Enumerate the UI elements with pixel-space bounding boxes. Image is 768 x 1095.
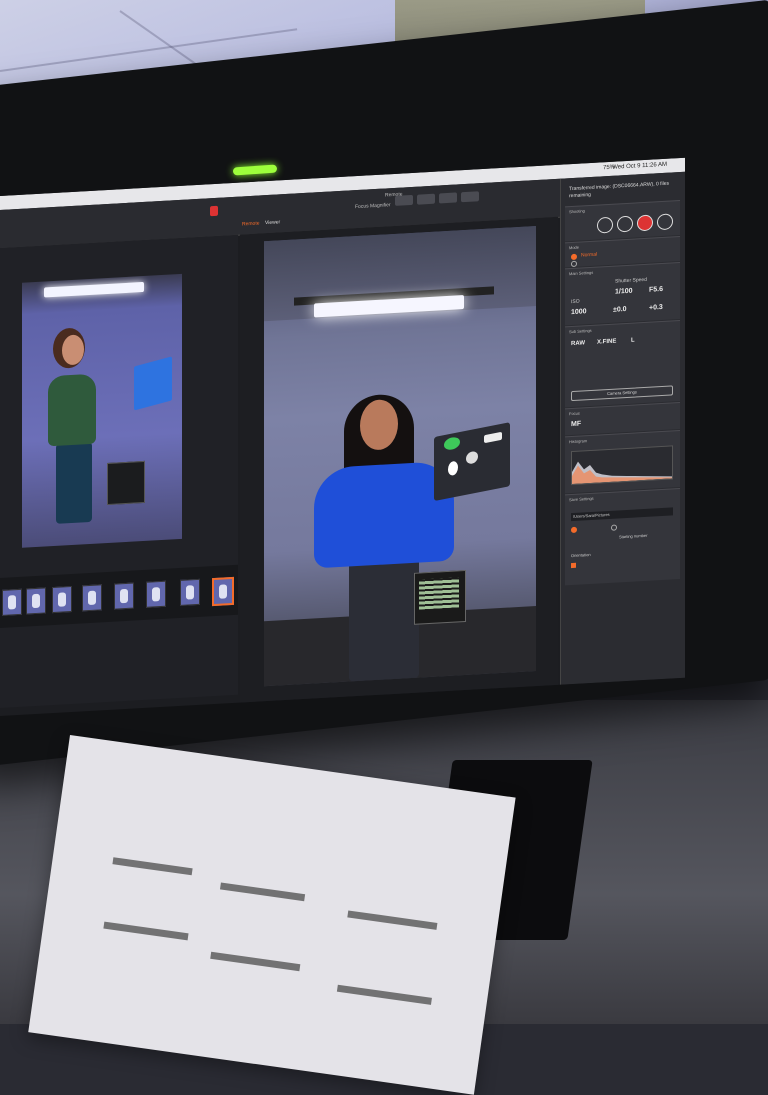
section-title: Histogram	[569, 438, 588, 445]
subject-head	[62, 334, 84, 366]
redacted-text	[112, 857, 193, 876]
redacted-text	[219, 882, 306, 902]
section-title: Main Settings	[569, 269, 594, 277]
previous-image-viewer	[0, 234, 238, 709]
save-path-field[interactable]: /Users/Sara/Pictures	[571, 507, 673, 522]
section-title: Sub Settings	[569, 327, 592, 335]
section-title: Save Settings	[569, 495, 594, 503]
main-settings-section: Main Settings Shutter Speed 1/100 F5.6 I…	[565, 261, 680, 326]
led-panel	[414, 569, 466, 625]
sticker-icon	[444, 435, 460, 452]
laptop-with-stickers	[434, 422, 510, 502]
redacted-text	[210, 951, 301, 972]
size-value[interactable]: L	[631, 338, 635, 344]
starting-number-label: Starting number	[619, 532, 648, 540]
section-title: Mode	[569, 244, 580, 251]
sticker-icon	[466, 450, 478, 465]
mode-normal-radio[interactable]	[571, 253, 577, 261]
manual-radio[interactable]	[611, 524, 617, 531]
save-settings-section: Save Settings /Users/Sara/Pictures Start…	[565, 487, 680, 586]
subject-jeans	[349, 557, 419, 682]
shutter-speed-value[interactable]: 1/100	[615, 288, 633, 296]
orientation-checkbox[interactable]	[571, 562, 576, 569]
subject-legs	[56, 441, 92, 524]
iso-label: ISO	[571, 298, 580, 306]
monitor-screen: Wed Oct 9 11:26 AM 75% Remote Focus Magn…	[0, 157, 685, 716]
printed-paper	[28, 735, 516, 1095]
tab-viewer[interactable]: Viewer	[265, 219, 280, 226]
redacted-text	[103, 921, 189, 941]
orientation-label: Orientation	[571, 551, 591, 559]
thumbnail[interactable]	[114, 582, 134, 610]
menubar-clock: Wed Oct 9 11:26 AM	[612, 161, 667, 171]
shutter-speed-label: Shutter Speed	[615, 276, 647, 285]
subject-blue-sweater	[314, 460, 454, 569]
sticker-icon	[448, 460, 458, 477]
thumbnail[interactable]	[82, 584, 102, 612]
record-icon[interactable]	[210, 205, 218, 217]
thumbnail[interactable]	[52, 585, 72, 614]
exposure-value[interactable]: ±0.0	[613, 306, 627, 314]
camera-icon[interactable]	[617, 215, 633, 233]
histogram-section: Histogram	[565, 429, 680, 494]
zoom-button[interactable]	[395, 194, 413, 206]
redacted-text	[347, 910, 438, 930]
subject-shirt	[48, 373, 96, 447]
thumbnail[interactable]	[146, 580, 166, 608]
redacted-text	[336, 984, 432, 1005]
camera-control-panel: Transferred image: (DSC06664.ARW), 0 fil…	[560, 171, 685, 685]
histogram-graph	[571, 445, 673, 486]
aperture-value[interactable]: F5.6	[649, 286, 663, 294]
zoom-button[interactable]	[439, 192, 457, 204]
zoom-button[interactable]	[417, 193, 435, 205]
thumbnail[interactable]	[26, 587, 46, 615]
battery-indicator: 75%	[602, 164, 615, 172]
format-value[interactable]: RAW	[571, 340, 585, 347]
mode-radio[interactable]	[571, 260, 577, 268]
studio-light	[44, 281, 144, 298]
auto-radio[interactable]	[571, 526, 577, 534]
thumbnail-selected[interactable]	[212, 576, 234, 607]
section-title: Shooting	[569, 208, 585, 215]
focus-magnifier-label: Focus Magnifier	[355, 202, 391, 211]
laptop-prop	[134, 356, 172, 411]
histogram-curve	[572, 461, 672, 485]
flash-comp-value[interactable]: +0.3	[649, 304, 663, 312]
live-view	[240, 216, 558, 705]
af-button[interactable]	[597, 216, 613, 234]
section-title: Focus	[569, 410, 580, 417]
camera-settings-button[interactable]: Camera Settings	[571, 385, 673, 402]
settings-icon[interactable]	[657, 213, 673, 231]
zoom-button[interactable]	[461, 191, 479, 203]
mode-value: Normal	[581, 251, 598, 259]
iso-value[interactable]: 1000	[571, 308, 587, 316]
transfer-status: Transferred image: (DSC06664.ARW), 0 fil…	[569, 180, 670, 200]
thumbnail[interactable]	[180, 578, 200, 606]
record-button[interactable]	[637, 214, 653, 232]
previous-photo[interactable]	[22, 273, 182, 548]
sticker-icon	[484, 431, 502, 444]
live-view-photo[interactable]	[264, 226, 536, 687]
focus-mode-value[interactable]: MF	[571, 421, 581, 429]
tab-remote[interactable]: Remote	[242, 220, 260, 227]
sub-settings-section: Sub Settings RAW X.FINE L Camera Setting…	[565, 319, 680, 408]
led-panel	[107, 460, 145, 506]
filmstrip	[0, 564, 238, 628]
quality-value[interactable]: X.FINE	[597, 339, 616, 346]
shooting-section: Shooting	[565, 199, 680, 242]
thumbnail[interactable]	[2, 588, 22, 616]
